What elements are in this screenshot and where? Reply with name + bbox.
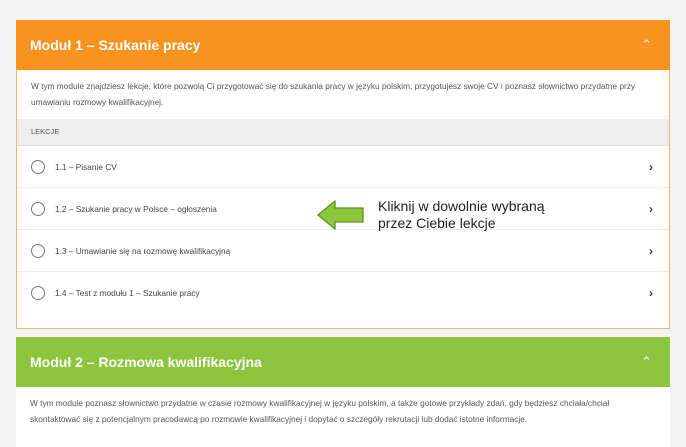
lesson-item-1-1[interactable]: 1.1 – Pisanie CV ›: [17, 146, 669, 188]
module-1-title: Moduł 1 – Szukanie pracy: [30, 37, 201, 53]
module-1-panel: Moduł 1 – Szukanie pracy ⌃ W tym module …: [16, 20, 670, 329]
chevron-right-icon[interactable]: ›: [649, 286, 653, 300]
module-2-header[interactable]: Moduł 2 – Rozmowa kwalifikacyjna ⌃: [16, 337, 670, 387]
lessons-section-label: LEKCJE: [17, 119, 669, 146]
hint-line-1: Kliknij w dowolnie wybraną: [378, 198, 545, 214]
module-1-description: W tym module znajdziesz lekcje, które po…: [31, 81, 636, 107]
chevron-right-icon[interactable]: ›: [649, 202, 653, 216]
module-2-panel: Moduł 2 – Rozmowa kwalifikacyjna ⌃ W tym…: [16, 337, 670, 447]
chevron-up-icon[interactable]: ⌃: [641, 37, 652, 53]
radio-circle-icon[interactable]: [31, 243, 45, 258]
module-2-title: Moduł 2 – Rozmowa kwalifikacyjna: [30, 354, 262, 370]
radio-circle-icon[interactable]: [31, 159, 45, 174]
lesson-label: 1.1 – Pisanie CV: [55, 161, 117, 172]
lesson-item-1-3[interactable]: 1.3 – Umawianie się na rozmowę kwalifika…: [17, 230, 669, 272]
module-1-header[interactable]: Moduł 1 – Szukanie pracy ⌃: [16, 20, 670, 70]
hint-callout: Kliknij w dowolnie wybraną przez Ciebie …: [316, 198, 545, 232]
hint-text: Kliknij w dowolnie wybraną przez Ciebie …: [378, 198, 545, 232]
radio-circle-icon[interactable]: [31, 201, 45, 216]
lesson-item-1-4[interactable]: 1.4 – Test z modułu 1 – Szukanie pracy ›: [17, 272, 669, 314]
lesson-label: 1.3 – Umawianie się na rozmowę kwalifika…: [55, 245, 231, 256]
chevron-up-icon[interactable]: ⌃: [641, 354, 652, 370]
chevron-right-icon[interactable]: ›: [649, 244, 653, 258]
lesson-label: 1.4 – Test z modułu 1 – Szukanie pracy: [55, 288, 200, 298]
radio-circle-icon[interactable]: [31, 286, 45, 300]
arrow-left-icon: [317, 200, 364, 230]
hint-line-2: przez Ciebie lekcje: [378, 215, 496, 231]
chevron-right-icon[interactable]: ›: [649, 160, 653, 174]
module-2-description: W tym module poznasz słownictwo przydatn…: [30, 398, 610, 424]
